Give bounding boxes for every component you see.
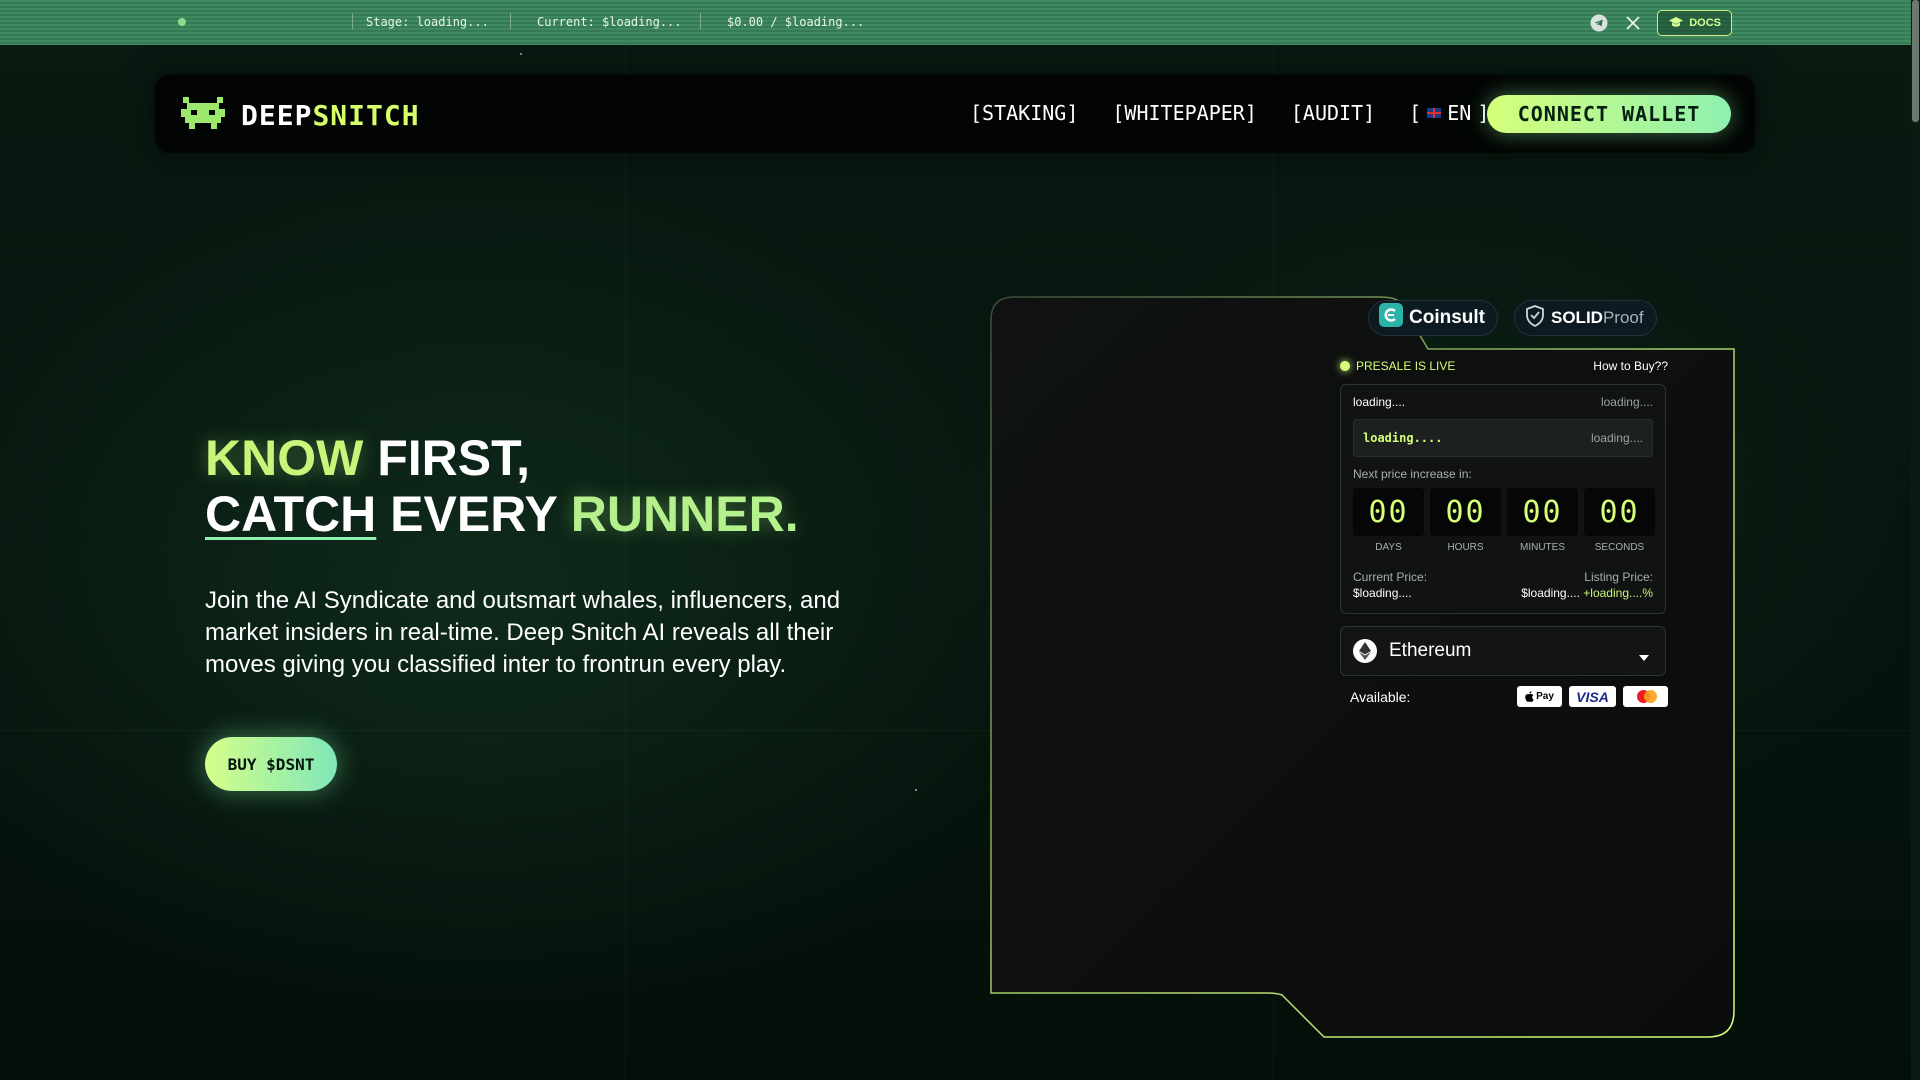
- live-indicator-icon: [1340, 361, 1350, 371]
- stats-left-value: loading....: [1353, 395, 1406, 409]
- countdown-minutes: 00 MINUTES: [1507, 488, 1578, 553]
- payment-icons: Pay VISA: [1517, 686, 1668, 707]
- countdown-timer: 00 DAYS 00 HOURS 00 MINUTES 00 SECONDS: [1353, 488, 1655, 553]
- countdown-hours: 00 HOURS: [1430, 488, 1501, 553]
- current-price-label: Current Price:: [1353, 570, 1428, 584]
- countdown-seconds-label: SECONDS: [1594, 542, 1645, 553]
- connect-wallet-button[interactable]: CONNECT WALLET: [1487, 95, 1731, 133]
- hero-word-know: KNOW: [205, 430, 364, 486]
- countdown-seconds-value: 00: [1584, 488, 1655, 536]
- scrollbar-thumb[interactable]: [1912, 0, 1919, 122]
- coinsult-label: Coinsult: [1409, 307, 1485, 328]
- how-to-buy-link[interactable]: How to Buy??: [1593, 359, 1668, 373]
- shield-icon: [1525, 304, 1545, 332]
- progress-right-text: loading....: [1590, 431, 1643, 445]
- listing-price: Listing Price: $loading.... +loading....…: [1521, 569, 1653, 601]
- listing-price-value: $loading....: [1521, 586, 1580, 600]
- visa-icon: VISA: [1569, 686, 1616, 707]
- countdown-minutes-value: 00: [1507, 488, 1578, 536]
- token-select-value: Ethereum: [1389, 640, 1472, 661]
- apple-pay-label: Pay: [1536, 691, 1554, 702]
- lang-code: EN: [1447, 101, 1472, 125]
- graduation-cap-icon: [1668, 16, 1684, 31]
- solidproof-label: SOLIDProof: [1551, 308, 1644, 328]
- coinsult-badge[interactable]: Coinsult: [1368, 300, 1498, 336]
- uk-flag-icon: [1427, 108, 1442, 118]
- current-price: Current Price: $loading....: [1353, 569, 1427, 601]
- price-info: Current Price: $loading.... Listing Pric…: [1353, 569, 1653, 601]
- caret-down-icon: [1639, 645, 1649, 667]
- hero-word-first: FIRST,: [363, 430, 530, 486]
- countdown-days-value: 00: [1353, 488, 1424, 536]
- presale-status-text: PRESALE IS LIVE: [1356, 359, 1456, 373]
- ticker-separator: [510, 13, 511, 29]
- hero-title: KNOW FIRST, CATCH EVERY RUNNER.: [205, 430, 799, 542]
- countdown-hours-label: HOURS: [1447, 542, 1484, 553]
- hero-word-every: EVERY: [376, 486, 571, 542]
- countdown-days-label: DAYS: [1375, 542, 1402, 553]
- buy-dsnt-button[interactable]: BUY $DSNT: [205, 737, 337, 791]
- stats-right-value: loading....: [1600, 395, 1653, 409]
- scrollbar[interactable]: [1911, 0, 1920, 1080]
- pixel-creature-icon: [179, 95, 227, 136]
- countdown-days: 00 DAYS: [1353, 488, 1424, 553]
- token-select[interactable]: Ethereum: [1340, 626, 1666, 676]
- apple-pay-icon: Pay: [1517, 686, 1562, 707]
- hero-title-line-2: CATCH EVERY RUNNER.: [205, 486, 799, 542]
- presale-widget: PRESALE IS LIVE How to Buy?? loading....…: [1340, 356, 1668, 707]
- sparkle: [520, 53, 522, 55]
- countdown-seconds: 00 SECONDS: [1584, 488, 1655, 553]
- hero-description: Join the AI Syndicate and outsmart whale…: [205, 587, 841, 678]
- logo-text-deep: DEEP: [241, 99, 313, 132]
- logo-text-snitch: SNITCH: [312, 99, 420, 132]
- progress-left-text: loading....: [1363, 431, 1443, 445]
- coinsult-logo-icon: [1379, 303, 1403, 333]
- stats-row: loading.... loading....: [1353, 395, 1653, 409]
- logo[interactable]: DEEPSNITCH: [179, 95, 420, 136]
- solidproof-label-solid: SOLID: [1551, 308, 1603, 327]
- docs-button[interactable]: DOCS: [1657, 10, 1732, 36]
- solidproof-badge[interactable]: SOLIDProof: [1514, 300, 1657, 336]
- nav-link-whitepaper[interactable]: [WHITEPAPER]: [1112, 101, 1257, 125]
- ticker-raised: $0.00 / $loading...: [727, 15, 865, 29]
- ticker-separator: [700, 13, 701, 29]
- ticker-stage: Stage: loading...: [366, 15, 489, 29]
- hero-word-catch: CATCH: [205, 486, 377, 542]
- ticker-bar: Stage: loading... Current: $loading... $…: [0, 0, 1920, 45]
- ethereum-icon: [1353, 639, 1377, 663]
- docs-label: DOCS: [1689, 17, 1721, 29]
- listing-price-line: $loading.... +loading....%: [1521, 585, 1653, 601]
- nav-link-audit[interactable]: [AUDIT]: [1291, 101, 1375, 125]
- countdown-hours-value: 00: [1430, 488, 1501, 536]
- telegram-icon[interactable]: [1589, 13, 1609, 33]
- nav-links: [STAKING] [WHITEPAPER] [AUDIT] [ EN ]: [970, 101, 1507, 125]
- main-navbar: DEEPSNITCH [STAKING] [WHITEPAPER] [AUDIT…: [155, 75, 1755, 153]
- listing-price-percent: +loading....%: [1583, 586, 1653, 600]
- solidproof-label-proof: Proof: [1602, 308, 1644, 327]
- x-icon[interactable]: [1623, 13, 1643, 33]
- mastercard-icon: [1623, 686, 1668, 707]
- logo-wordmark: DEEPSNITCH: [241, 99, 420, 132]
- current-price-value: $loading....: [1353, 586, 1412, 600]
- presale-status: PRESALE IS LIVE: [1340, 359, 1455, 373]
- presale-header: PRESALE IS LIVE How to Buy??: [1340, 356, 1668, 376]
- ticker-status-dot: [178, 18, 186, 26]
- lang-bracket-open: [: [1409, 101, 1422, 125]
- next-price-label: Next price increase in:: [1353, 467, 1472, 481]
- countdown-minutes-label: MINUTES: [1520, 542, 1565, 553]
- listing-price-label: Listing Price:: [1584, 570, 1653, 584]
- available-label: Available:: [1350, 688, 1411, 705]
- ticker-icons: DOCS: [1589, 10, 1732, 36]
- ticker-current: Current: $loading...: [537, 15, 682, 29]
- sparkle: [915, 789, 917, 791]
- nav-link-staking[interactable]: [STAKING]: [970, 101, 1078, 125]
- presale-progress-bar: loading.... loading....: [1353, 419, 1653, 457]
- presale-stats-card: loading.... loading.... loading.... load…: [1340, 384, 1666, 614]
- hero-title-line-1: KNOW FIRST,: [205, 430, 799, 486]
- ticker-separator: [352, 13, 353, 29]
- payment-methods: Available: Pay VISA: [1340, 686, 1668, 707]
- hero-word-runner: RUNNER.: [570, 486, 799, 542]
- audit-badges: Coinsult SOLIDProof: [1368, 300, 1657, 336]
- grid-line: [625, 45, 626, 1080]
